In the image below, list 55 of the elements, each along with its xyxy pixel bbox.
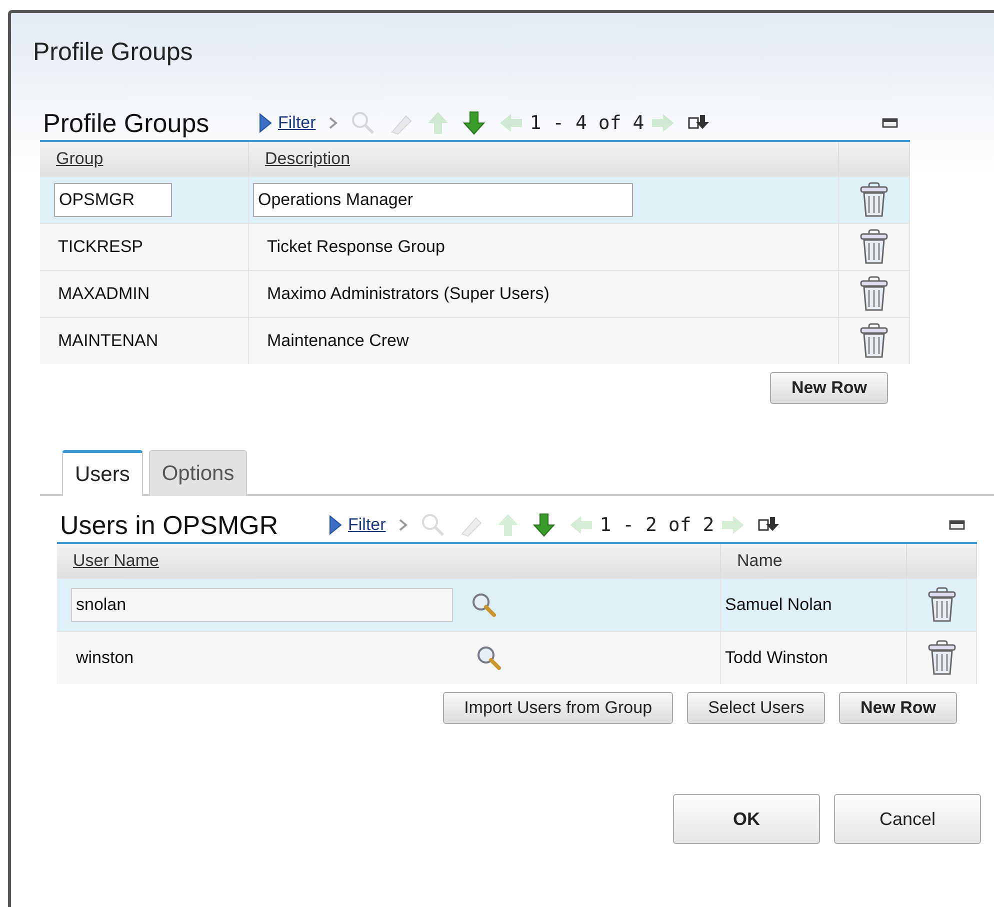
pagination-text: 1 - 2 of 2 [600,514,714,536]
filter-link[interactable]: Filter [348,515,386,535]
down-arrow-icon[interactable] [532,512,556,538]
description-input[interactable]: Operations Manager [253,183,633,217]
table-cell: Ticket Response Group [267,237,445,257]
trash-icon[interactable] [859,229,889,265]
column-header[interactable]: Description [265,149,350,169]
table-cell: Samuel Nolan [721,579,907,631]
action-button[interactable]: Select Users [687,692,826,724]
minimize-icon[interactable] [882,118,898,128]
table-row[interactable]: winston Todd Winston [57,631,977,684]
trash-icon[interactable] [859,182,889,218]
expand-triangle-icon[interactable] [328,514,342,536]
chevron-icon[interactable] [398,518,408,532]
search-icon[interactable] [471,592,497,618]
section-title: Profile Groups [42,108,210,138]
table-cell-text: winston [75,648,135,668]
table-cell: Todd Winston [721,632,907,684]
chevron-icon[interactable] [328,116,338,130]
download-icon[interactable] [688,114,710,132]
column-header[interactable]: User Name [73,551,159,571]
new-row-button[interactable]: New Row [770,372,888,404]
action-button[interactable]: New Row [839,692,957,724]
table-row[interactable]: TICKRESP Ticket Response Group [40,223,910,270]
column-header[interactable]: Group [56,149,104,169]
search-icon[interactable] [476,645,502,671]
window-title: Profile Groups [32,37,194,68]
expand-triangle-icon[interactable] [258,112,272,134]
table-row[interactable]: MAINTENAN Maintenance Crew [40,317,910,364]
table-cell: MAXADMIN [58,284,150,304]
column-header: Name [737,551,782,571]
trash-icon[interactable] [926,587,956,623]
table-row[interactable]: MAXADMIN Maximo Administrators (Super Users) [40,270,910,317]
pagination-text: 1 - 4 of 4 [530,112,644,134]
table-cell: Maximo Administrators (Super Users) [267,284,550,304]
table-cell: TICKRESP [58,237,144,257]
group-input[interactable]: OPSMGR [54,183,172,217]
filter-link[interactable]: Filter [278,113,316,133]
table-row[interactable]: OPSMGR Operations Manager [40,176,910,223]
minimize-icon[interactable] [949,520,965,530]
tab[interactable]: Options [148,450,248,496]
trash-icon[interactable] [859,323,889,359]
table-row[interactable]: snolan Samuel Nolan [57,578,977,631]
trash-icon[interactable] [859,276,889,312]
user-name-input[interactable]: snolan [71,588,453,622]
dialog-button[interactable]: OK [673,794,820,844]
dialog-button[interactable]: Cancel [834,794,981,844]
section-title: Users in OPSMGR [59,510,280,540]
table-cell: MAINTENAN [58,331,158,351]
download-icon[interactable] [758,516,780,534]
action-button[interactable]: Import Users from Group [443,692,674,724]
table-cell: Maintenance Crew [267,331,409,351]
tab[interactable]: Users [62,450,143,496]
trash-icon[interactable] [926,640,956,676]
down-arrow-icon[interactable] [462,110,486,136]
